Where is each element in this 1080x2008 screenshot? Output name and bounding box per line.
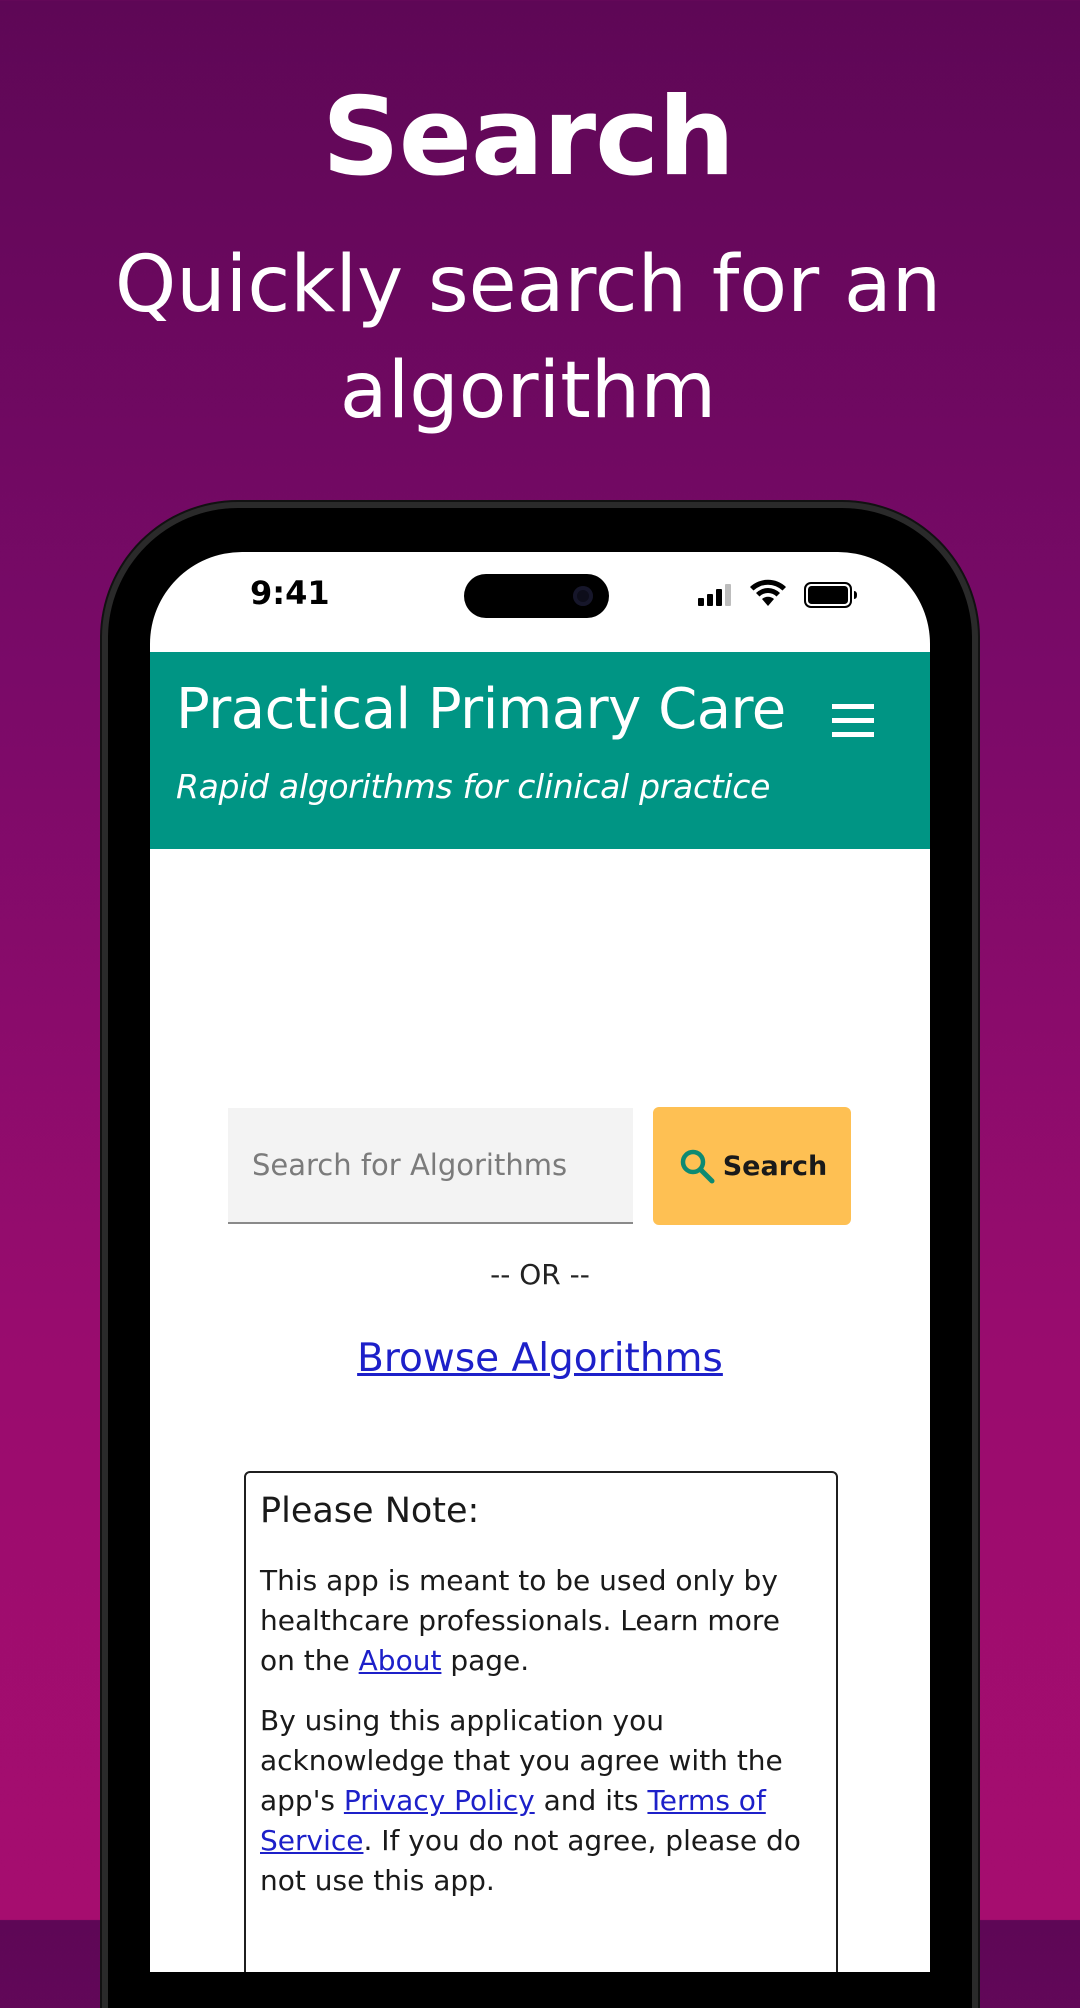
phone-screen: 9:41 Practical Primary Care Rapid algori… [150,552,930,1972]
hamburger-menu-icon[interactable] [832,704,874,740]
note-paragraph-1: This app is meant to be used only by hea… [260,1561,822,1681]
wifi-icon [750,579,786,606]
app-title: Practical Primary Care [176,677,786,742]
promo-subtitle: Quickly search for an algorithm [114,240,942,436]
or-divider: -- OR -- [490,1258,590,1291]
note-text: page. [441,1644,530,1677]
status-time: 9:41 [250,574,330,612]
promo-title: Search [321,75,735,200]
signal-icon [698,584,731,606]
app-tagline: Rapid algorithms for clinical practice [176,767,771,806]
dynamic-island [464,574,609,618]
search-button-label: Search [722,1150,828,1182]
status-bar: 9:41 [150,552,930,652]
magnifier-icon [680,1149,715,1184]
battery-icon [804,582,857,608]
app-header: Practical Primary Care Rapid algorithms … [150,652,930,849]
note-box: Please Note: This app is meant to be use… [244,1471,838,1972]
about-link[interactable]: About [359,1644,442,1677]
note-title: Please Note: [260,1491,480,1531]
privacy-policy-link[interactable]: Privacy Policy [344,1784,535,1817]
note-paragraph-2: By using this application you acknowledg… [260,1701,822,1901]
note-text: and its [534,1784,648,1817]
browse-algorithms-link[interactable]: Browse Algorithms [150,1336,930,1381]
search-input[interactable] [228,1108,633,1224]
search-button[interactable]: Search [653,1107,851,1225]
camera-icon [573,586,593,606]
